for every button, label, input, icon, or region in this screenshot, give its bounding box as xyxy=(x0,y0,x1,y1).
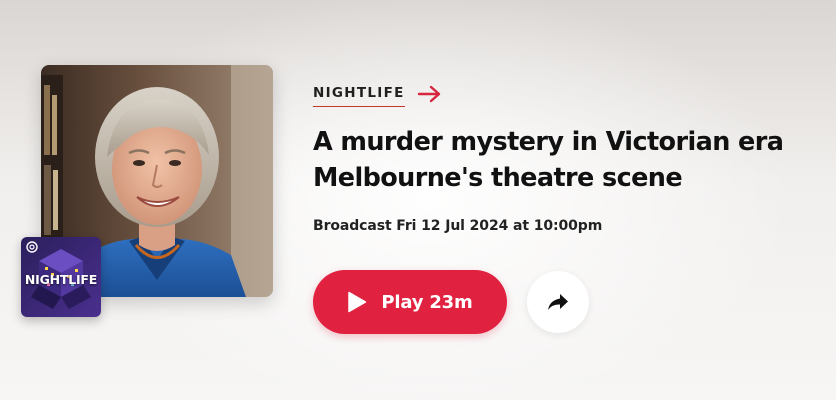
episode-title: A murder mystery in Victorian era Melbou… xyxy=(313,127,784,193)
play-icon xyxy=(348,291,367,313)
category-label: NIGHTLIFE xyxy=(313,85,405,107)
arrow-right-icon xyxy=(417,85,440,103)
share-arrow-icon xyxy=(548,294,568,310)
broadcast-info: Broadcast Fri 12 Jul 2024 at 10:00pm xyxy=(313,218,603,234)
play-button[interactable]: Play 23m xyxy=(313,270,507,334)
category-link[interactable]: NIGHTLIFE xyxy=(313,85,443,107)
abc-logo-icon xyxy=(26,241,38,253)
play-label: Play 23m xyxy=(381,291,473,313)
program-badge[interactable]: NIGHTLIFE xyxy=(21,237,101,317)
share-button[interactable] xyxy=(527,271,589,333)
badge-label: NIGHTLIFE xyxy=(24,272,98,287)
